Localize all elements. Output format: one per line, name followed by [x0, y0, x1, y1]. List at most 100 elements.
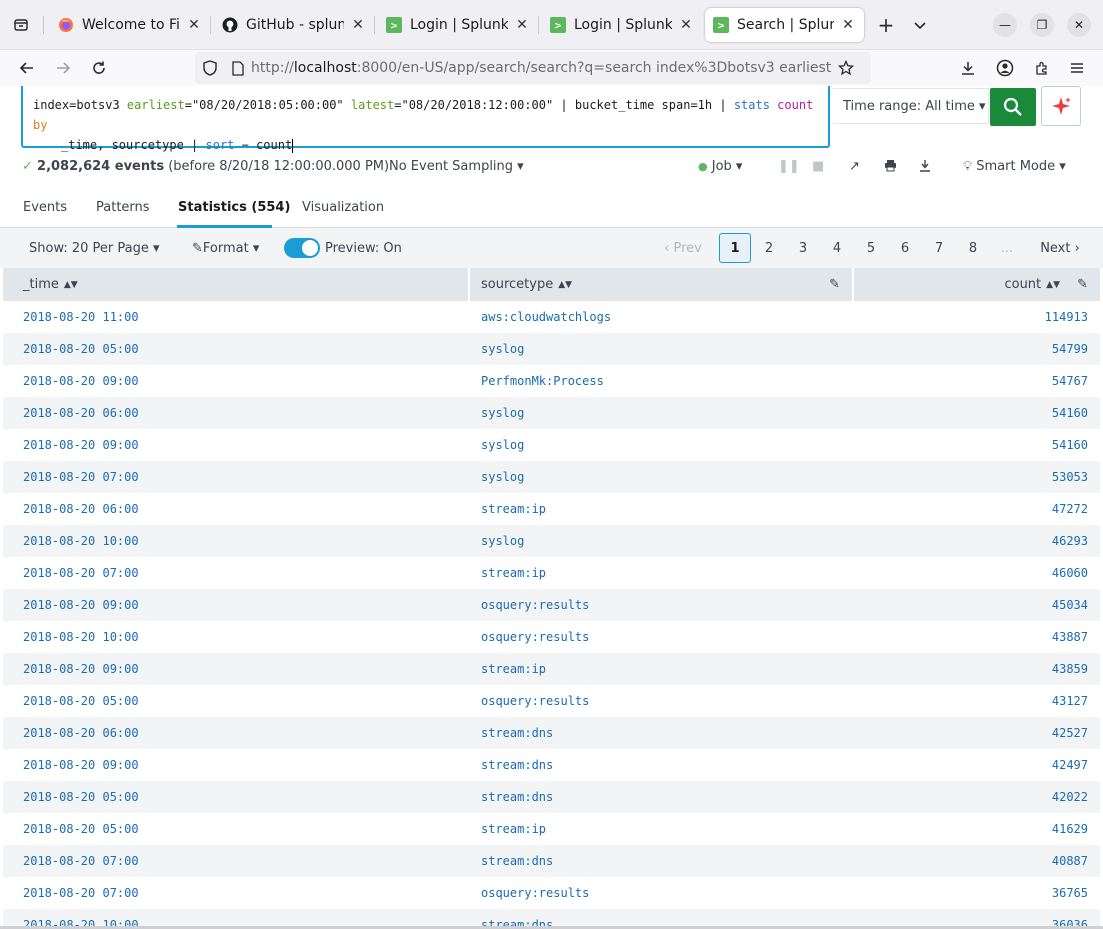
format-dropdown[interactable]: ✎Format ▾ — [192, 241, 259, 256]
column-header-time[interactable]: _time ▲▼ — [3, 268, 468, 301]
cell-count[interactable]: 46293 — [1052, 534, 1088, 548]
cell-sourcetype[interactable]: syslog — [481, 470, 524, 484]
cell-sourcetype[interactable]: syslog — [481, 406, 524, 420]
cell-time[interactable]: 2018-08-20 07:00 — [23, 566, 139, 580]
pencil-icon[interactable]: ✎ — [829, 277, 840, 292]
cell-count[interactable]: 42022 — [1052, 790, 1088, 804]
close-icon[interactable]: ✕ — [840, 17, 856, 33]
page-7-button[interactable]: 7 — [924, 233, 954, 263]
cell-count[interactable]: 46060 — [1052, 566, 1088, 580]
share-icon[interactable]: ↗ — [849, 159, 860, 174]
cell-count[interactable]: 41629 — [1052, 822, 1088, 836]
export-download-icon[interactable] — [919, 159, 931, 176]
search-query-input[interactable]: index=botsv3 earliest="08/20/2018:05:00:… — [21, 86, 830, 153]
cell-time[interactable]: 2018-08-20 09:00 — [23, 374, 139, 388]
page-8-button[interactable]: 8 — [958, 233, 988, 263]
cell-sourcetype[interactable]: syslog — [481, 438, 524, 452]
stop-icon[interactable]: ■ — [812, 159, 824, 174]
cell-time[interactable]: 2018-08-20 10:00 — [23, 630, 139, 644]
tab-statistics[interactable]: Statistics (554) — [178, 200, 290, 215]
minimize-window-icon[interactable]: — — [993, 13, 1017, 37]
cell-sourcetype[interactable]: stream:dns — [481, 726, 553, 740]
cell-sourcetype[interactable]: stream:dns — [481, 790, 553, 804]
event-sampling-dropdown[interactable]: No Event Sampling ▾ — [389, 159, 524, 174]
cell-count[interactable]: 53053 — [1052, 470, 1088, 484]
cell-sourcetype[interactable]: osquery:results — [481, 630, 589, 644]
cell-count[interactable]: 114913 — [1045, 310, 1088, 324]
cell-sourcetype[interactable]: syslog — [481, 342, 524, 356]
cell-count[interactable]: 43887 — [1052, 630, 1088, 644]
cell-count[interactable]: 43859 — [1052, 662, 1088, 676]
job-menu[interactable]: ● Job ▾ — [698, 159, 742, 174]
forward-arrow-icon[interactable] — [51, 56, 75, 80]
time-range-picker[interactable]: Time range: All time ▾ — [833, 88, 989, 124]
cell-time[interactable]: 2018-08-20 06:00 — [23, 502, 139, 516]
tab-list-chevron-down-icon[interactable] — [908, 13, 932, 37]
pencil-icon[interactable]: ✎ — [1077, 277, 1088, 292]
url-bar[interactable]: http://localhost:8000/en-US/app/search/s… — [195, 52, 871, 84]
back-arrow-icon[interactable] — [15, 56, 39, 80]
cell-time[interactable]: 2018-08-20 09:00 — [23, 598, 139, 612]
tab-events[interactable]: Events — [23, 200, 67, 215]
close-window-icon[interactable]: ✕ — [1067, 13, 1091, 37]
shield-icon[interactable] — [195, 60, 225, 76]
cell-time[interactable]: 2018-08-20 07:00 — [23, 886, 139, 900]
cell-sourcetype[interactable]: stream:ip — [481, 566, 546, 580]
tab-overview-icon[interactable] — [9, 13, 33, 37]
page-2-button[interactable]: 2 — [754, 233, 784, 263]
new-tab-plus-icon[interactable]: + — [874, 13, 898, 37]
browser-tab-search[interactable]: > Search | Splunk ✕ — [705, 8, 864, 42]
cell-count[interactable]: 54160 — [1052, 438, 1088, 452]
page-5-button[interactable]: 5 — [856, 233, 886, 263]
rows-per-page-dropdown[interactable]: Show: 20 Per Page ▾ — [29, 241, 160, 256]
account-icon[interactable] — [993, 56, 1017, 80]
cell-time[interactable]: 2018-08-20 07:00 — [23, 470, 139, 484]
cell-sourcetype[interactable]: syslog — [481, 534, 524, 548]
browser-tab-login-1[interactable]: > Login | Splunk ✕ — [378, 8, 538, 42]
cell-count[interactable]: 54799 — [1052, 342, 1088, 356]
pause-icon[interactable]: ❚❚ — [778, 159, 800, 174]
close-icon[interactable]: ✕ — [186, 17, 202, 33]
cell-time[interactable]: 2018-08-20 09:00 — [23, 662, 139, 676]
cell-time[interactable]: 2018-08-20 09:00 — [23, 758, 139, 772]
column-header-sourcetype[interactable]: sourcetype ▲▼ ✎ — [470, 268, 852, 301]
tab-patterns[interactable]: Patterns — [96, 200, 150, 215]
print-icon[interactable] — [884, 159, 897, 176]
cell-count[interactable]: 54160 — [1052, 406, 1088, 420]
cell-sourcetype[interactable]: osquery:results — [481, 886, 589, 900]
cell-count[interactable]: 36765 — [1052, 886, 1088, 900]
downloads-icon[interactable] — [956, 56, 980, 80]
browser-tab-github[interactable]: GitHub - splunk/ ✕ — [214, 8, 374, 42]
extensions-icon[interactable] — [1030, 56, 1054, 80]
page-4-button[interactable]: 4 — [822, 233, 852, 263]
cell-time[interactable]: 2018-08-20 09:00 — [23, 438, 139, 452]
cell-time[interactable]: 2018-08-20 05:00 — [23, 694, 139, 708]
cell-count[interactable]: 42497 — [1052, 758, 1088, 772]
cell-count[interactable]: 45034 — [1052, 598, 1088, 612]
page-1-button[interactable]: 1 — [719, 233, 751, 263]
cell-sourcetype[interactable]: stream:ip — [481, 662, 546, 676]
preview-toggle[interactable] — [284, 238, 320, 258]
search-mode-dropdown[interactable]: 💡︎ Smart Mode ▾ — [963, 159, 1066, 174]
cell-time[interactable]: 2018-08-20 05:00 — [23, 342, 139, 356]
cell-sourcetype[interactable]: osquery:results — [481, 694, 589, 708]
close-icon[interactable]: ✕ — [514, 17, 530, 33]
close-icon[interactable]: ✕ — [350, 17, 366, 33]
cell-sourcetype[interactable]: aws:cloudwatchlogs — [481, 310, 611, 324]
cell-count[interactable]: 42527 — [1052, 726, 1088, 740]
cell-time[interactable]: 2018-08-20 11:00 — [23, 310, 139, 324]
cell-time[interactable]: 2018-08-20 05:00 — [23, 822, 139, 836]
cell-time[interactable]: 2018-08-20 10:00 — [23, 534, 139, 548]
cell-sourcetype[interactable]: stream:ip — [481, 502, 546, 516]
close-icon[interactable]: ✕ — [678, 17, 694, 33]
cell-time[interactable]: 2018-08-20 07:00 — [23, 854, 139, 868]
cell-time[interactable]: 2018-08-20 05:00 — [23, 790, 139, 804]
browser-tab-login-2[interactable]: > Login | Splunk ✕ — [542, 8, 702, 42]
cell-count[interactable]: 43127 — [1052, 694, 1088, 708]
tab-visualization[interactable]: Visualization — [302, 200, 384, 215]
cell-sourcetype[interactable]: stream:dns — [481, 758, 553, 772]
search-button[interactable] — [990, 88, 1036, 126]
cell-sourcetype[interactable]: PerfmonMk:Process — [481, 374, 604, 388]
cell-count[interactable]: 54767 — [1052, 374, 1088, 388]
browser-tab-welcome[interactable]: Welcome to Fire ✕ — [50, 8, 210, 42]
